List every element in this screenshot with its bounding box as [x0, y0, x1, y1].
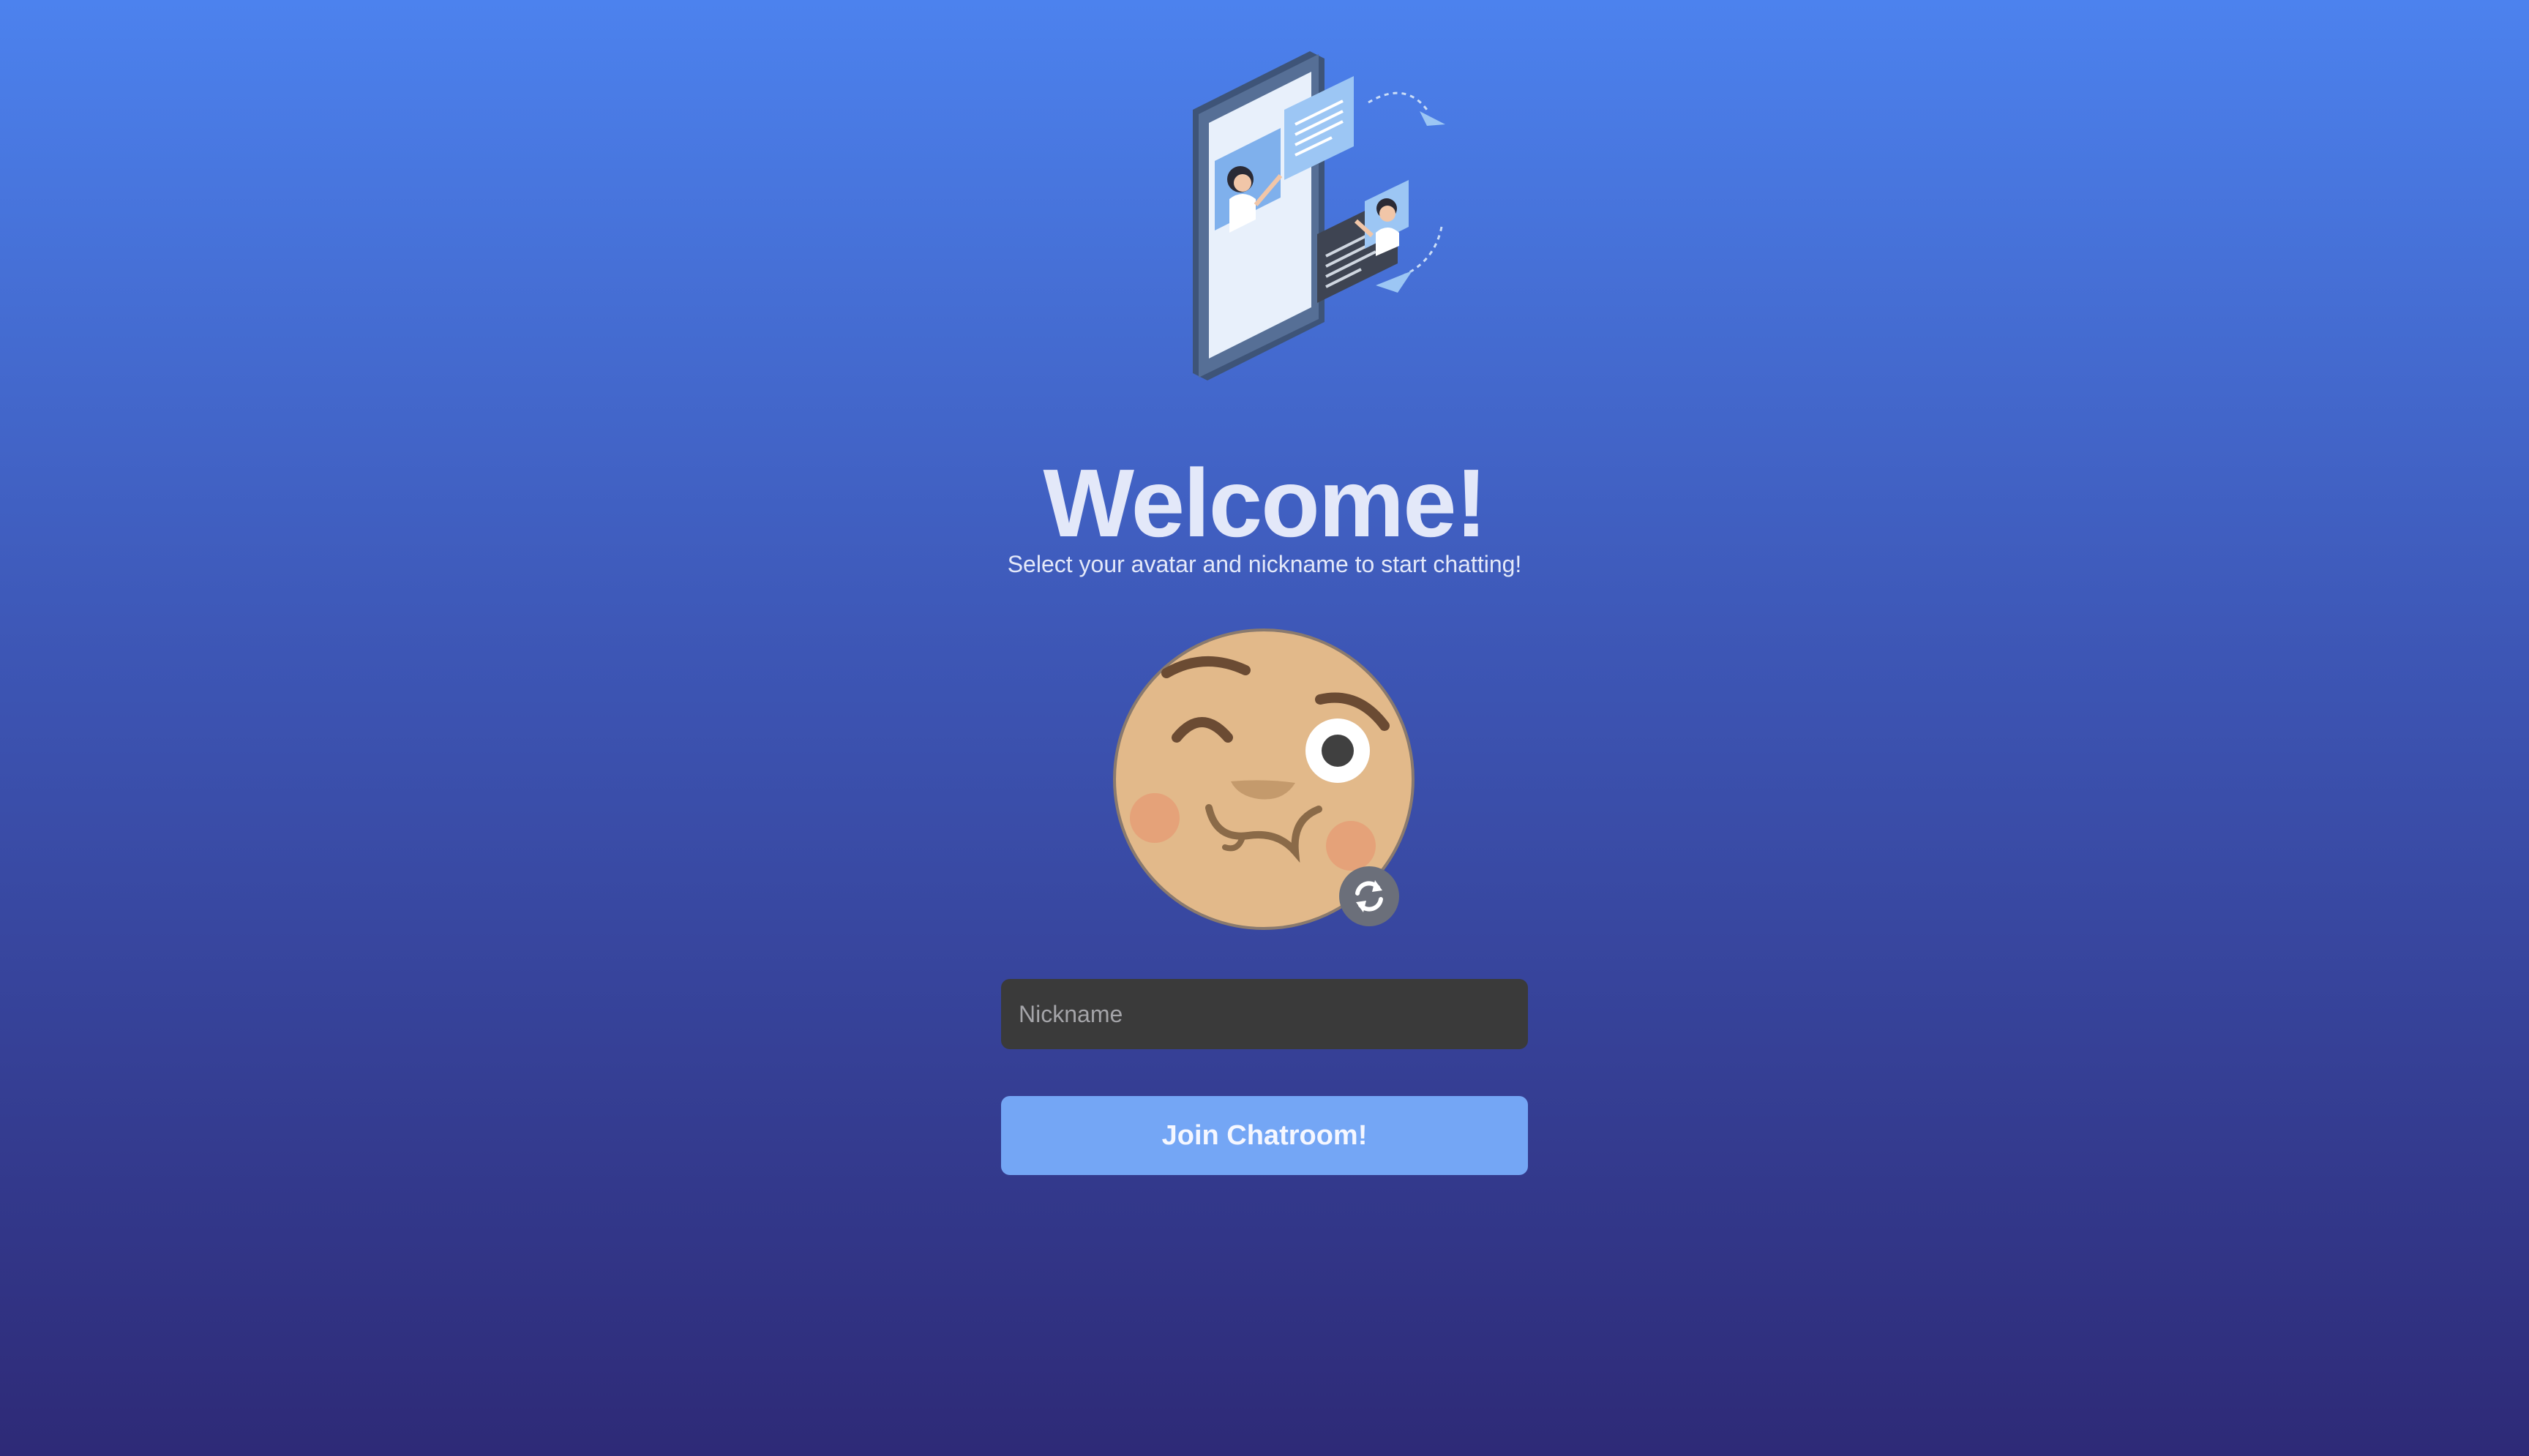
avatar-selector: [1112, 628, 1415, 931]
refresh-avatar-button[interactable]: [1339, 866, 1399, 926]
nickname-input[interactable]: [1001, 979, 1528, 1049]
refresh-icon: [1355, 880, 1383, 912]
join-chatroom-button[interactable]: Join Chatroom!: [1001, 1096, 1528, 1175]
chat-illustration: [1193, 51, 1445, 380]
page-title: Welcome!: [1043, 449, 1487, 557]
page-subtitle: Select your avatar and nickname to start…: [1007, 551, 1522, 577]
